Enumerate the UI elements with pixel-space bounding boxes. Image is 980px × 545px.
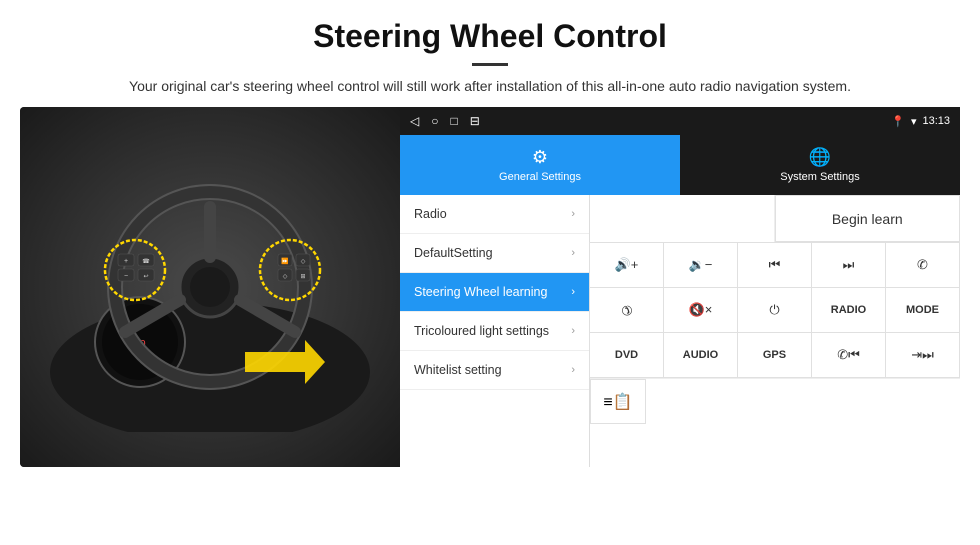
- status-bar-info: 📍 ▾ 13:13: [891, 115, 950, 128]
- mute-icon: 🔇×: [689, 302, 713, 318]
- right-controls: Begin learn 🔊+ 🔉− ⏮ ⏭: [590, 195, 960, 467]
- settings-icon: 🌐: [809, 147, 831, 168]
- steering-wheel-svg: 80 + − ☎ ↩: [50, 142, 370, 432]
- status-bar: ◁ ○ □ ⊟ 📍 ▾ 13:13: [400, 107, 960, 135]
- left-menu: Radio › DefaultSetting › Steering Wheel …: [400, 195, 590, 467]
- menu-item-steering-label: Steering Wheel learning: [414, 285, 571, 299]
- menu-item-radio[interactable]: Radio ›: [400, 195, 589, 234]
- menu-item-steering[interactable]: Steering Wheel learning ›: [400, 273, 589, 312]
- wifi-icon: ▾: [911, 115, 917, 128]
- dvd-button[interactable]: DVD: [589, 332, 664, 378]
- radio-button[interactable]: RADIO: [811, 287, 886, 333]
- phone-hang-button[interactable]: ✆: [589, 287, 664, 333]
- prev-icon: ⏮: [769, 257, 781, 273]
- menu-item-whitelist[interactable]: Whitelist setting ›: [400, 351, 589, 390]
- tab-general[interactable]: ⚙ General Settings: [400, 135, 680, 195]
- svg-text:−: −: [124, 273, 128, 280]
- phone-answer-button[interactable]: ✆: [885, 242, 960, 288]
- chevron-icon: ›: [571, 325, 575, 337]
- chevron-icon: ›: [571, 286, 575, 298]
- phone-next-button[interactable]: ⇥⏭: [885, 332, 960, 378]
- control-grid-row1: 🔊+ 🔉− ⏮ ⏭ ✆: [590, 243, 960, 288]
- vol-up-icon: 🔊+: [615, 257, 639, 273]
- tab-system[interactable]: 🌐 System Settings: [680, 135, 960, 195]
- chevron-icon: ›: [571, 208, 575, 220]
- status-time: 13:13: [922, 115, 950, 127]
- audio-button[interactable]: AUDIO: [663, 332, 738, 378]
- control-grid-row3: DVD AUDIO GPS ✆⏮ ⇥⏭: [590, 333, 960, 378]
- svg-text:◇: ◇: [301, 259, 306, 265]
- location-icon: 📍: [891, 115, 905, 128]
- phone-prev-icon: ✆⏮: [837, 347, 860, 363]
- gps-button[interactable]: GPS: [737, 332, 812, 378]
- chevron-icon: ›: [571, 364, 575, 376]
- mode-label: MODE: [906, 304, 939, 316]
- power-icon: ⏻: [769, 302, 779, 318]
- svg-text:+: +: [124, 258, 128, 265]
- recents-icon: □: [450, 114, 457, 128]
- gps-label: GPS: [763, 349, 786, 361]
- mode-button[interactable]: MODE: [885, 287, 960, 333]
- menu-item-default-label: DefaultSetting: [414, 246, 571, 260]
- svg-text:⏩: ⏩: [281, 257, 289, 265]
- page-title: Steering Wheel Control: [60, 18, 920, 55]
- menu-item-default[interactable]: DefaultSetting ›: [400, 234, 589, 273]
- svg-text:◇: ◇: [283, 274, 288, 280]
- page-header: Steering Wheel Control Your original car…: [0, 0, 980, 107]
- power-button[interactable]: ⏻: [737, 287, 812, 333]
- menu-item-radio-label: Radio: [414, 207, 571, 221]
- vol-down-icon: 🔉−: [689, 257, 713, 273]
- svg-text:↩: ↩: [143, 274, 148, 280]
- car-background: 80 + − ☎ ↩: [20, 107, 400, 467]
- phone-next-icon: ⇥⏭: [911, 347, 934, 363]
- tab-general-label: General Settings: [499, 171, 581, 183]
- dvd-label: DVD: [615, 349, 638, 361]
- menu-controls-area: Radio › DefaultSetting › Steering Wheel …: [400, 195, 960, 467]
- whitelist-icon: ≡📋: [603, 392, 632, 412]
- svg-text:⊞: ⊞: [300, 274, 305, 280]
- phone-hang-icon: ✆: [617, 300, 636, 319]
- begin-learn-label: Begin learn: [832, 211, 903, 227]
- android-panel: ◁ ○ □ ⊟ 📍 ▾ 13:13 ⚙ General Settings 🌐 S…: [400, 107, 960, 467]
- whitelist-icon-button[interactable]: ≡📋: [590, 379, 646, 424]
- phone-prev-button[interactable]: ✆⏮: [811, 332, 886, 378]
- phone-answer-icon: ✆: [917, 257, 928, 273]
- svg-text:☎: ☎: [142, 258, 150, 265]
- begin-learn-button[interactable]: Begin learn: [775, 195, 961, 242]
- car-image-section: 80 + − ☎ ↩: [20, 107, 400, 467]
- tab-system-label: System Settings: [780, 171, 859, 183]
- home-icon: ○: [431, 114, 438, 128]
- tab-bar: ⚙ General Settings 🌐 System Settings: [400, 135, 960, 195]
- begin-learn-empty: [590, 195, 775, 242]
- main-content: 80 + − ☎ ↩: [0, 107, 980, 467]
- chevron-icon: ›: [571, 247, 575, 259]
- next-icon: ⏭: [843, 257, 855, 273]
- audio-label: AUDIO: [683, 349, 718, 361]
- menu-icon: ⊟: [470, 114, 480, 128]
- back-icon: ◁: [410, 114, 419, 128]
- vol-down-button[interactable]: 🔉−: [663, 242, 738, 288]
- vol-up-button[interactable]: 🔊+: [589, 242, 664, 288]
- header-subtitle: Your original car's steering wheel contr…: [60, 76, 920, 97]
- menu-item-tricoloured[interactable]: Tricoloured light settings ›: [400, 312, 589, 351]
- header-divider: [472, 63, 508, 66]
- radio-label: RADIO: [831, 304, 866, 316]
- begin-learn-row: Begin learn: [590, 195, 960, 243]
- status-bar-nav: ◁ ○ □ ⊟: [410, 114, 480, 128]
- control-grid-row2: ✆ 🔇× ⏻ RADIO MODE: [590, 288, 960, 333]
- whitelist-row: ≡📋: [590, 378, 960, 424]
- prev-button[interactable]: ⏮: [737, 242, 812, 288]
- gear-icon: ⚙: [532, 147, 548, 168]
- next-button[interactable]: ⏭: [811, 242, 886, 288]
- mute-button[interactable]: 🔇×: [663, 287, 738, 333]
- menu-item-tricoloured-label: Tricoloured light settings: [414, 324, 571, 338]
- menu-item-whitelist-label: Whitelist setting: [414, 363, 571, 377]
